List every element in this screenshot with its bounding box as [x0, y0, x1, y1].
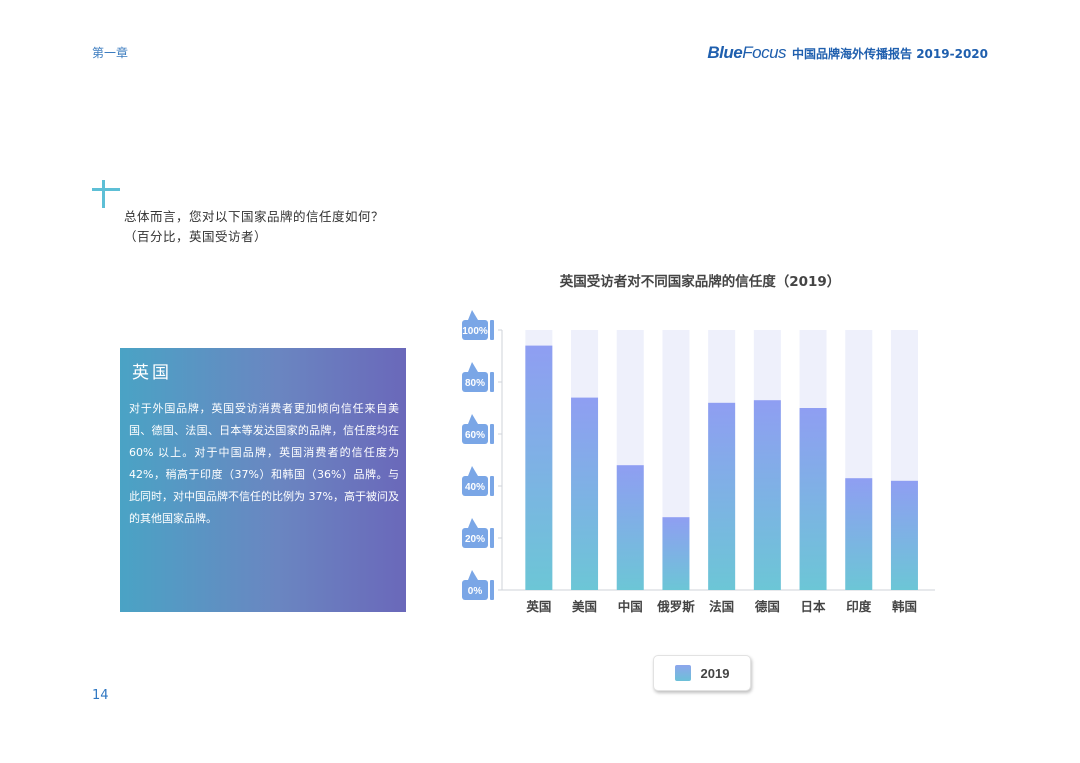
- bar: [525, 345, 553, 590]
- x-tick-label: 法国: [709, 599, 734, 614]
- x-tick-label: 印度: [846, 599, 872, 614]
- bar: [708, 402, 736, 590]
- bar: [799, 408, 827, 590]
- legend-label: 2019: [700, 665, 730, 681]
- x-tick-label: 英国: [526, 599, 551, 614]
- y-tick-label: 0%: [468, 586, 483, 597]
- y-tick-label: 80%: [465, 378, 485, 389]
- legend-swatch: [674, 665, 691, 681]
- chart-legend: 2019: [653, 655, 751, 691]
- chapter-label: 第一章: [92, 46, 129, 60]
- thumb-up-icon: [468, 466, 478, 476]
- plus-icon: [92, 180, 122, 210]
- brand-header: BlueFocus 中国品牌海外传播报告 2019-2020: [707, 43, 988, 63]
- x-tick-label: 德国: [755, 599, 780, 614]
- x-tick-label: 俄罗斯: [656, 599, 695, 614]
- x-tick-label: 中国: [618, 599, 643, 614]
- y-tick-cuff: [490, 528, 494, 548]
- page-number: 14: [92, 688, 109, 703]
- bar: [753, 400, 781, 590]
- panel-title: 英国: [132, 363, 172, 383]
- y-tick-cuff: [490, 320, 494, 340]
- thumb-up-icon: [468, 362, 478, 372]
- question-line-1: 总体而言，您对以下国家品牌的信任度如何？: [124, 209, 385, 224]
- x-tick-label: 韩国: [892, 599, 917, 614]
- bar-chart: 0% 20% 40% 60% 80% 100% 英国 美国 中国 俄罗斯 法国 德国 日本 印度 韩国: [462, 310, 935, 614]
- thumb-up-icon: [468, 570, 478, 580]
- y-tick-label: 20%: [465, 534, 485, 545]
- bar: [616, 465, 644, 590]
- bar: [662, 517, 690, 590]
- country-summary-panel: 英国 对于外国品牌，英国受访消费者更加倾向信任来自美国、德国、法国、日本等发达国…: [120, 348, 406, 612]
- report-title: 中国品牌海外传播报告 2019-2020: [792, 47, 988, 61]
- y-tick-cuff: [490, 424, 494, 444]
- y-tick-cuff: [490, 580, 494, 600]
- y-tick-label: 40%: [465, 482, 485, 493]
- y-tick-label: 60%: [465, 430, 485, 441]
- panel-body: 对于外国品牌，英国受访消费者更加倾向信任来自美国、德国、法国、日本等发达国家的品…: [129, 402, 399, 525]
- y-tick-cuff: [490, 476, 494, 496]
- bar: [571, 397, 599, 590]
- x-tick-label: 美国: [572, 599, 597, 614]
- thumb-up-icon: [468, 310, 478, 320]
- y-tick-cuff: [490, 372, 494, 392]
- bluefocus-logo: BlueFocus: [707, 43, 787, 62]
- chart-title: 英国受访者对不同国家品牌的信任度（2019）: [559, 274, 841, 290]
- x-tick-label: 日本: [801, 599, 827, 614]
- question-line-2: （百分比，英国受访者）: [124, 229, 268, 244]
- bar: [845, 478, 873, 590]
- survey-question: 总体而言，您对以下国家品牌的信任度如何？ （百分比，英国受访者）: [124, 207, 384, 247]
- thumb-up-icon: [468, 414, 478, 424]
- bar: [890, 480, 918, 590]
- y-tick-label: 100%: [462, 326, 488, 337]
- thumb-up-icon: [468, 518, 478, 528]
